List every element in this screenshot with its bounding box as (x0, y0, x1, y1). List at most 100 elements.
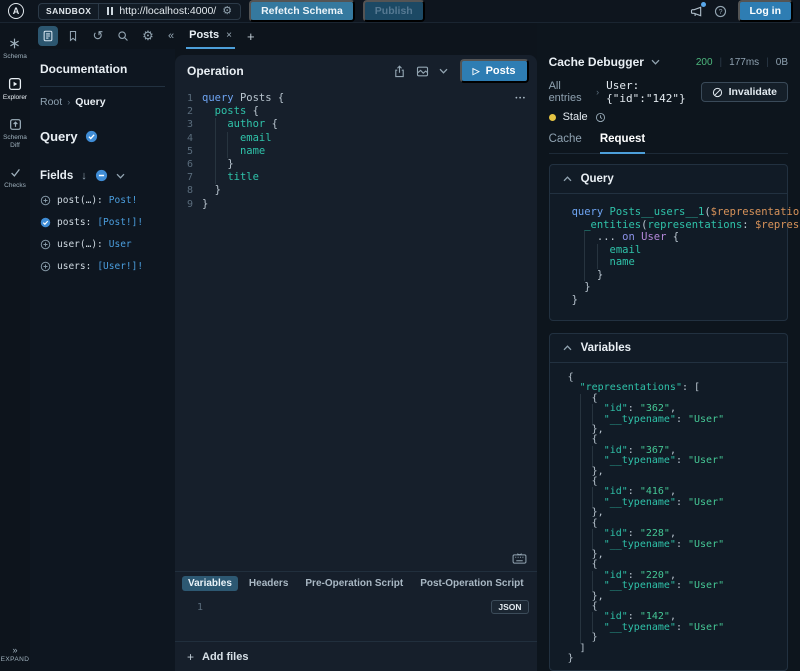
all-entries-link[interactable]: All entries (549, 80, 590, 104)
clock-icon[interactable] (595, 112, 606, 123)
expand-label: EXPAND (1, 656, 30, 663)
chevron-up-icon (563, 176, 572, 182)
response-duration: 177ms (729, 57, 759, 68)
announcements-icon[interactable] (690, 5, 703, 18)
field-type[interactable]: [User!]! (97, 261, 143, 272)
filter-minus-badge-icon[interactable] (95, 169, 108, 182)
stat-divider: | (766, 57, 769, 68)
doc-field-row[interactable]: users: [User!]! (40, 261, 165, 272)
tab-posts-label: Posts (189, 29, 219, 41)
variables-line-number: 1 (185, 602, 203, 613)
endpoint-url[interactable]: http://localhost:4000/ (119, 5, 216, 17)
doc-fields-list: post(…): Post! posts: [Post!]! user(…): Us… (40, 195, 165, 272)
check-badge-icon[interactable] (40, 217, 51, 228)
workspace-toolbar: ↺ ⚙ « Posts × + (30, 23, 537, 49)
tab-cache[interactable]: Cache (549, 133, 582, 153)
variables-section-title: Variables (581, 342, 632, 354)
cache-entry-key: User:{"id":"142"} (606, 79, 700, 105)
kebab-menu-icon[interactable]: ••• (515, 95, 526, 102)
collapse-panel-icon[interactable]: « (168, 30, 174, 42)
add-files-button[interactable]: + Add files (175, 641, 537, 671)
status-code: 200 (696, 57, 713, 68)
keyboard-shortcuts-icon[interactable] (512, 553, 527, 564)
responses-layout-icon[interactable] (416, 65, 429, 78)
field-type[interactable]: User (109, 239, 132, 250)
search-icon[interactable] (113, 26, 133, 46)
tab-close-icon[interactable]: × (226, 30, 232, 41)
field-name: users: (57, 261, 91, 272)
chevron-down-icon[interactable] (651, 59, 660, 65)
request-query-code: query Posts__users__1($representations: … (550, 194, 787, 320)
breadcrumb-current: Query (75, 96, 105, 108)
doc-field-row[interactable]: posts: [Post!]! (40, 217, 165, 228)
log-in-button[interactable]: Log in (738, 0, 794, 22)
expand-sidebar-button[interactable]: » EXPAND (1, 645, 30, 663)
op-tab-post-operation-script[interactable]: Post-Operation Script (414, 576, 529, 591)
app-window: A SANDBOX http://localhost:4000/ ⚙ Refet… (0, 0, 800, 671)
doc-field-row[interactable]: post(…): Post! (40, 195, 165, 206)
chevron-down-icon[interactable] (439, 68, 448, 74)
field-name: post(…): (57, 195, 103, 206)
refetch-schema-button[interactable]: Refetch Schema (249, 0, 355, 22)
json-mode-badge[interactable]: JSON (491, 600, 528, 614)
connection-settings-gear-icon[interactable]: ⚙ (222, 6, 232, 17)
endpoint-url-box[interactable]: http://localhost:4000/ ⚙ (99, 4, 240, 19)
top-bar: A SANDBOX http://localhost:4000/ ⚙ Refet… (0, 0, 800, 23)
invalidate-button[interactable]: Invalidate (701, 82, 788, 102)
op-tab-headers[interactable]: Headers (243, 576, 294, 591)
divider (40, 86, 165, 87)
topbar-right: ? Log in (690, 0, 796, 22)
invalidate-label: Invalidate (729, 86, 777, 98)
sidebar-label-schema: Schema (3, 53, 27, 62)
cache-debugger-panel: Cache Debugger 200 | 177ms | 0B All entr… (537, 23, 800, 671)
pause-icon[interactable] (107, 7, 113, 15)
apollo-logo[interactable]: A (8, 3, 24, 19)
sort-arrow-icon[interactable]: ↓ (81, 170, 87, 182)
op-tab-pre-operation-script[interactable]: Pre-Operation Script (299, 576, 409, 591)
tab-request[interactable]: Request (600, 133, 645, 154)
chevron-up-icon (563, 345, 572, 351)
field-type[interactable]: Post! (109, 195, 138, 206)
sandbox-badge: SANDBOX (39, 4, 99, 19)
query-section-header[interactable]: Query (550, 165, 787, 194)
fields-heading: Fields (40, 170, 73, 182)
query-section: Query query Posts__users__1($representat… (549, 164, 788, 321)
field-name: user(…): (57, 239, 103, 250)
cache-debugger-tabs: Cache Request (549, 133, 788, 154)
variables-section: Variables { "representations": [ { "id":… (549, 333, 788, 671)
schema-diff-icon (9, 118, 22, 131)
sidebar-item-schema[interactable]: Schema (3, 37, 27, 62)
documentation-panel: Documentation Root › Query Query Fields … (30, 49, 175, 671)
type-title: Query (40, 129, 78, 144)
op-tab-variables[interactable]: Variables (182, 576, 238, 591)
help-icon[interactable]: ? (714, 5, 727, 18)
variables-editor[interactable]: 1 JSON (175, 595, 537, 641)
variables-section-header[interactable]: Variables (550, 334, 787, 363)
circle-plus-icon[interactable] (40, 239, 51, 250)
documentation-panel-icon[interactable] (38, 26, 58, 46)
sidebar-item-checks[interactable]: Checks (4, 166, 26, 191)
explorer-icon (8, 77, 22, 91)
bookmark-icon[interactable] (63, 26, 83, 46)
run-operation-button[interactable]: ▷ Posts (460, 59, 529, 83)
tab-posts[interactable]: Posts × (186, 23, 235, 49)
circle-plus-icon[interactable] (40, 195, 51, 206)
breadcrumb-root[interactable]: Root (40, 96, 62, 108)
history-icon[interactable]: ↺ (88, 26, 108, 46)
run-operation-label: Posts (486, 65, 516, 77)
sidebar-item-explorer[interactable]: Explorer (3, 77, 27, 103)
sidebar-label-schema-diff: Schema Diff (1, 134, 29, 152)
operation-panel: Operation ▷ Posts (175, 49, 537, 671)
publish-button[interactable]: Publish (363, 0, 425, 22)
new-tab-button[interactable]: + (247, 29, 255, 44)
doc-field-row[interactable]: user(…): User (40, 239, 165, 250)
circle-plus-icon[interactable] (40, 261, 51, 272)
settings-gear-icon[interactable]: ⚙ (138, 26, 158, 46)
stat-divider: | (720, 57, 723, 68)
sidebar-item-schema-diff[interactable]: Schema Diff (1, 118, 29, 152)
field-type[interactable]: [Post!]! (97, 217, 143, 228)
cache-debugger-title: Cache Debugger (549, 55, 644, 69)
chevron-down-icon[interactable] (116, 173, 125, 179)
operation-editor[interactable]: 1query Posts {2 posts {3 author {4 email… (175, 87, 537, 571)
share-icon[interactable] (393, 65, 406, 78)
